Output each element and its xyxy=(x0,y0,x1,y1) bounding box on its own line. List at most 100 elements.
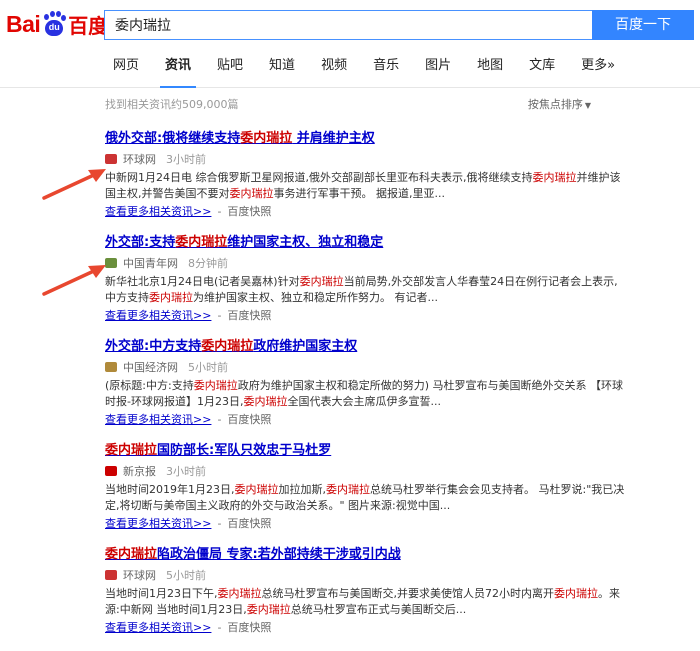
tab-2[interactable]: 贴吧 xyxy=(204,52,256,88)
nav-tabs: 网页 资讯 贴吧 知道 视频 音乐 图片 地图 文库 更多» xyxy=(100,52,628,88)
publish-time: 3小时前 xyxy=(166,465,206,478)
result-abstract: 中新网1月24日电 综合俄罗斯卫星网报道,俄外交部副部长里亚布科夫表示,俄将继续… xyxy=(105,170,625,202)
result-item: 外交部:中方支持委内瑞拉政府维护国家主权 中国经济网 5小时前 (原标题:中方:支持委… xyxy=(105,338,625,442)
result-count: 找到相关资讯约509,000篇 xyxy=(105,98,239,111)
publish-time: 8分钟前 xyxy=(188,257,228,270)
more-related-link[interactable]: 查看更多相关资讯>> xyxy=(105,205,211,218)
link-separator: - xyxy=(217,205,222,218)
highlight-keyword: 委内瑞拉 xyxy=(532,171,577,184)
highlight-keyword: 委内瑞拉 xyxy=(229,187,274,200)
annotation-arrow-icon xyxy=(42,265,106,296)
abstract-text: 为维护国家主权、独立和稳定所作努力。 有记者... xyxy=(193,291,438,304)
tab-9[interactable]: 更多» xyxy=(568,52,628,88)
more-related-link[interactable]: 查看更多相关资讯>> xyxy=(105,621,211,634)
result-meta: 环球网 3小时前 xyxy=(105,152,625,166)
highlight-keyword: 委内瑞拉 xyxy=(243,395,288,408)
highlight-keyword: 委内瑞拉 xyxy=(326,483,370,496)
tab-8[interactable]: 文库 xyxy=(516,52,568,88)
results-list: 俄外交部:俄将继续支持委内瑞拉 并肩维护主权 环球网 3小时前 中新网1月24日电 综… xyxy=(105,130,625,650)
link-separator: - xyxy=(217,621,222,634)
result-meta: 中国经济网 5小时前 xyxy=(105,360,625,374)
result-links: 查看更多相关资讯>> - 百度快照 xyxy=(105,204,625,220)
snapshot-link[interactable]: 百度快照 xyxy=(227,517,271,530)
highlight-keyword: 委内瑞拉 xyxy=(246,603,291,616)
result-links: 查看更多相关资讯>> - 百度快照 xyxy=(105,516,625,532)
source-logo-icon xyxy=(105,466,117,476)
sort-dropdown[interactable]: 按焦点排序 ▼ xyxy=(528,96,591,112)
snapshot-link[interactable]: 百度快照 xyxy=(227,309,271,322)
tab-0[interactable]: 网页 xyxy=(100,52,152,88)
logo-cn-text: 百度 xyxy=(68,13,109,38)
tab-3[interactable]: 知道 xyxy=(256,52,308,88)
tab-5[interactable]: 音乐 xyxy=(360,52,412,88)
highlight-keyword: 委内瑞拉 xyxy=(217,587,262,600)
tab-7[interactable]: 地图 xyxy=(464,52,516,88)
source-name: 环球网 xyxy=(123,569,156,582)
abstract-text: 当地时间2019年1月23日, xyxy=(105,483,235,496)
abstract-text: 总统马杜罗宣布正式与美国断交后... xyxy=(290,603,467,616)
publish-time: 5小时前 xyxy=(166,569,206,582)
more-related-link[interactable]: 查看更多相关资讯>> xyxy=(105,517,211,530)
result-abstract: (原标题:中方:支持委内瑞拉政府为维护国家主权和稳定所做的努力) 马杜罗宣布与美… xyxy=(105,378,625,410)
tab-4[interactable]: 视频 xyxy=(308,52,360,88)
abstract-text: 总统马杜罗宣布与美国断交,并要求美使馆人员72小时内离开 xyxy=(261,587,555,600)
highlight-keyword: 委内瑞拉 xyxy=(175,235,228,250)
highlight-keyword: 委内瑞拉 xyxy=(105,547,158,562)
tab-1[interactable]: 资讯 xyxy=(152,52,204,88)
search-button[interactable]: 百度一下 xyxy=(592,10,694,40)
snapshot-link[interactable]: 百度快照 xyxy=(227,413,271,426)
title-text: 外交部:中方支持 xyxy=(105,339,202,354)
source-name: 中国经济网 xyxy=(123,361,178,374)
abstract-text: 事务进行军事干预。 据报道,里亚... xyxy=(273,187,445,200)
header: Bai du 百度 百度一下 网页资讯贴吧知道视频音乐图片地图文库更多» xyxy=(0,0,700,88)
result-links: 查看更多相关资讯>> - 百度快照 xyxy=(105,412,625,428)
highlight-keyword: 委内瑞拉 xyxy=(105,443,158,458)
title-text: 国防部长:军队只效忠于马杜罗 xyxy=(157,443,332,458)
more-related-link[interactable]: 查看更多相关资讯>> xyxy=(105,413,211,426)
tab-6[interactable]: 图片 xyxy=(412,52,464,88)
highlight-keyword: 委内瑞拉 xyxy=(554,587,598,600)
result-meta: 中国青年网 8分钟前 xyxy=(105,256,625,270)
highlight-keyword: 委内瑞拉 xyxy=(149,291,193,304)
result-item: 俄外交部:俄将继续支持委内瑞拉 并肩维护主权环球网 3小时前中新网1月24日电 综… xyxy=(105,130,625,234)
result-links: 查看更多相关资讯>> - 百度快照 xyxy=(105,308,625,324)
result-meta: 新京报 3小时前 xyxy=(105,464,625,478)
source-logo-icon xyxy=(105,154,117,164)
result-abstract: 当地时间2019年1月23日,委内瑞拉加拉加斯,委内瑞拉总统马杜罗举行集会会见支… xyxy=(105,482,625,514)
source-logo-icon xyxy=(105,362,117,372)
link-separator: - xyxy=(217,309,222,322)
highlight-keyword: 委内瑞拉 xyxy=(201,339,254,354)
highlight-keyword: 委内瑞拉 xyxy=(234,483,279,496)
title-text: 维护国家主权、独立和稳定 xyxy=(227,235,384,250)
snapshot-link[interactable]: 百度快照 xyxy=(227,205,271,218)
annotation-arrow-icon xyxy=(42,169,106,200)
source-logo-icon xyxy=(105,570,117,580)
result-title-link[interactable]: 委内瑞拉陷政治僵局 专家:若外部持续干涉或引内战 xyxy=(105,546,625,564)
search-input[interactable] xyxy=(104,10,592,40)
result-meta: 环球网 5小时前 xyxy=(105,568,625,582)
result-title-link[interactable]: 外交部:中方支持委内瑞拉政府维护国家主权 xyxy=(105,338,625,356)
title-text: 外交部:支持 xyxy=(105,235,176,250)
result-item: 委内瑞拉陷政治僵局 专家:若外部持续干涉或引内战环球网 5小时前当地时间1月23日… xyxy=(105,546,625,650)
abstract-text: 加拉加斯, xyxy=(278,483,327,496)
abstract-text: (原标题:中方:支持 xyxy=(105,379,194,392)
title-text: 俄外交部:俄将继续支持 xyxy=(105,131,241,146)
highlight-keyword: 委内瑞拉 xyxy=(299,275,344,288)
baidu-logo[interactable]: Bai du 百度 xyxy=(6,9,108,39)
result-abstract: 新华社北京1月24日电(记者吴嘉林)针对委内瑞拉当前局势,外交部发言人华春莹24… xyxy=(105,274,625,306)
result-title-link[interactable]: 委内瑞拉国防部长:军队只效忠于马杜罗 xyxy=(105,442,625,460)
result-item: 委内瑞拉国防部长:军队只效忠于马杜罗 新京报 3小时前 当地时间2019年1月23日,… xyxy=(105,442,625,546)
abstract-text: 新华社北京1月24日电(记者吴嘉林)针对 xyxy=(105,275,300,288)
logo-bai-text: Bai xyxy=(6,10,41,37)
result-abstract: 当地时间1月23日下午,委内瑞拉总统马杜罗宣布与美国断交,并要求美使馆人员72小… xyxy=(105,586,625,618)
abstract-text: 当地时间1月23日下午, xyxy=(105,587,218,600)
result-item: 外交部:支持委内瑞拉维护国家主权、独立和稳定 中国青年网 8分钟前 新华社北京1月24… xyxy=(105,234,625,338)
snapshot-link[interactable]: 百度快照 xyxy=(227,621,271,634)
publish-time: 5小时前 xyxy=(188,361,228,374)
result-title-link[interactable]: 外交部:支持委内瑞拉维护国家主权、独立和稳定 xyxy=(105,234,625,252)
result-title-link[interactable]: 俄外交部:俄将继续支持委内瑞拉 并肩维护主权 xyxy=(105,130,625,148)
logo-du-text: du xyxy=(48,22,60,32)
more-related-link[interactable]: 查看更多相关资讯>> xyxy=(105,309,211,322)
title-text: 政府维护国家主权 xyxy=(253,339,358,354)
publish-time: 3小时前 xyxy=(166,153,206,166)
